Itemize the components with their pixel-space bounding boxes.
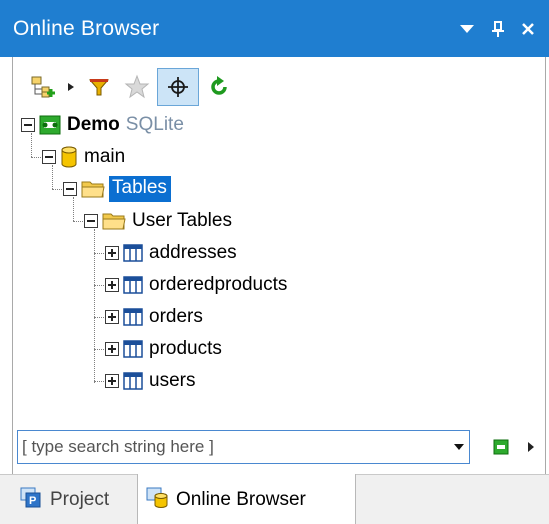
table-icon [123, 276, 143, 294]
favorites-star-icon[interactable] [119, 68, 155, 106]
folder-icon [81, 179, 105, 199]
filter-icon[interactable] [81, 68, 117, 106]
database-cylinder-icon [60, 146, 78, 168]
dropdown-arrow-icon[interactable] [63, 68, 79, 106]
datasource-icon [39, 115, 61, 135]
table-label: orderedproducts [149, 274, 288, 295]
browser-toolbar [25, 66, 237, 108]
collapse-toggle[interactable] [63, 182, 77, 196]
folder-icon [102, 211, 126, 231]
table-icon [123, 244, 143, 262]
panel-title: Online Browser [13, 16, 160, 40]
collapse-toggle[interactable] [84, 214, 98, 228]
panel-tab-strip: P Project Online Browser [0, 474, 549, 524]
table-label: orders [149, 306, 203, 327]
tree-node-table[interactable]: users [105, 366, 195, 396]
search-box [17, 430, 470, 464]
search-dropdown-icon[interactable] [449, 432, 469, 462]
tree-node-table[interactable]: orders [105, 302, 203, 332]
table-label: addresses [149, 242, 237, 263]
online-browser-icon [146, 486, 170, 514]
collapse-toggle[interactable] [21, 118, 35, 132]
expand-toggle[interactable] [105, 310, 119, 324]
close-icon[interactable] [521, 22, 535, 36]
user-tables-label: User Tables [132, 210, 232, 231]
tree-node-table[interactable]: products [105, 334, 222, 364]
table-label: users [149, 370, 196, 391]
tree-node-schema[interactable]: main [42, 142, 125, 172]
panel-title-bar[interactable]: Online Browser [0, 0, 549, 57]
triangle-down-icon[interactable] [459, 23, 475, 35]
online-browser-panel: Online Browser Demo SQLite main Tables U… [0, 0, 549, 524]
table-label: products [149, 338, 222, 359]
tree-node-datasource[interactable]: Demo SQLite [21, 110, 184, 140]
table-icon [123, 340, 143, 358]
tree-node-table[interactable]: orderedproducts [105, 270, 287, 300]
datasource-label: Demo [67, 114, 120, 135]
pin-icon[interactable] [491, 20, 505, 37]
collapse-toggle[interactable] [42, 150, 56, 164]
database-tree: Demo SQLite main Tables User Tables addr… [17, 109, 537, 429]
tab-project-label: Project [50, 489, 110, 510]
expand-toggle[interactable] [105, 278, 119, 292]
project-icon: P [20, 486, 44, 514]
svg-text:P: P [29, 495, 36, 507]
table-icon [123, 308, 143, 326]
search-options-icon[interactable] [490, 436, 512, 458]
schema-label: main [84, 146, 126, 167]
tree-node-table[interactable]: addresses [105, 238, 237, 268]
expand-toggle[interactable] [105, 246, 119, 260]
table-icon [123, 372, 143, 390]
tree-node-user-tables[interactable]: User Tables [84, 206, 232, 236]
tab-online-browser[interactable]: Online Browser [137, 474, 356, 524]
expand-toggle[interactable] [105, 374, 119, 388]
tab-online-browser-label: Online Browser [176, 488, 306, 510]
search-input[interactable] [18, 432, 449, 462]
expand-toggle[interactable] [105, 342, 119, 356]
browser-content: Demo SQLite main Tables User Tables addr… [12, 57, 546, 474]
tree-node-tables-folder[interactable]: Tables [63, 174, 171, 204]
locate-crosshair-icon[interactable] [157, 68, 199, 106]
tab-project[interactable]: P Project [12, 475, 135, 524]
datasource-type-label: SQLite [125, 114, 184, 135]
add-datasource-icon[interactable] [25, 68, 61, 106]
tables-folder-label: Tables [109, 176, 171, 202]
search-options-arrow-icon[interactable] [524, 436, 538, 458]
refresh-icon[interactable] [201, 68, 237, 106]
